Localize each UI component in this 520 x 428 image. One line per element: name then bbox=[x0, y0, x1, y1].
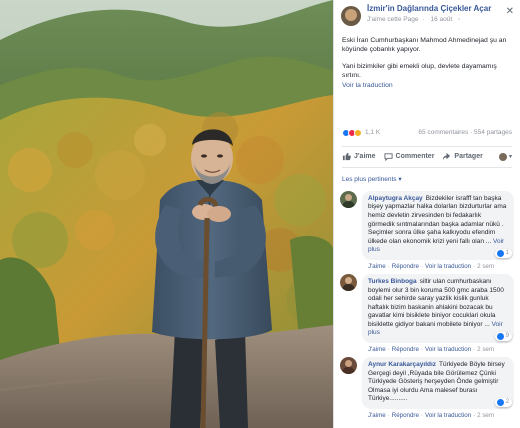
globe-icon: ◦ bbox=[457, 16, 461, 24]
comment-bubble: Aynur Karakarçayıldız Türkiyede Böyle bir… bbox=[362, 356, 514, 409]
comment-text: Bizdekiler israfff tan başka bişey yapma… bbox=[368, 194, 507, 245]
comment-bubble: Turkes Binboga siltir ulan cumhurbaskanı … bbox=[362, 273, 514, 343]
comment-dot: · bbox=[473, 345, 476, 353]
commenter-avatar[interactable] bbox=[340, 190, 357, 208]
options-icon[interactable]: ✕ bbox=[504, 6, 514, 30]
like-button-label: J'aime bbox=[354, 153, 376, 161]
reaction-count[interactable]: 1,1 K bbox=[365, 129, 380, 136]
comment-translate-link[interactable]: Voir la traduction bbox=[425, 346, 471, 353]
comment-actions: J'aime · Répondre · Voir la traduction · 2 sem bbox=[362, 409, 514, 419]
commenter-name-link[interactable]: Turkes Binboga bbox=[368, 278, 417, 285]
comment-item: Aynur Karakarçayıldız Türkiyede Böyle bir… bbox=[334, 356, 520, 419]
like-page-link[interactable]: J'aime cette Page bbox=[367, 16, 418, 23]
comment-dot: · bbox=[473, 262, 476, 270]
post-text: Eski İran Cumhurbaşkanı Mahmod Ahmedinej… bbox=[334, 30, 520, 90]
photo-illustration bbox=[0, 0, 333, 428]
avatar-image bbox=[342, 193, 355, 208]
post-text-paragraph-2-content: Yani bizimkiler gibi emekli olup, devlet… bbox=[342, 62, 497, 80]
share-icon bbox=[443, 153, 451, 161]
thumb-up-icon bbox=[342, 153, 351, 161]
commenter-name-link[interactable]: Aynur Karakarçayıldız bbox=[368, 361, 436, 368]
post-photo[interactable] bbox=[0, 0, 333, 428]
post-meta: J'aime cette Page · 16 août ◦ bbox=[367, 16, 504, 23]
post-text-paragraph-2: Yani bizimkiler gibi emekli olup, devlet… bbox=[342, 62, 512, 90]
comment-dot: · bbox=[387, 411, 390, 419]
comment-dot: · bbox=[473, 411, 476, 419]
comments-shares-count[interactable]: 65 commentaires · 554 partages bbox=[418, 129, 512, 136]
commenter-avatar[interactable] bbox=[340, 356, 357, 374]
wow-reaction-icon bbox=[354, 128, 362, 137]
user-avatar-icon bbox=[498, 152, 507, 161]
comment-dot: · bbox=[387, 345, 390, 353]
comment-item: Turkes Binboga siltir ulan cumhurbaskanı … bbox=[334, 273, 520, 353]
comment-sort-dropdown[interactable]: Les plus pertinents ▾ bbox=[334, 168, 520, 187]
post-text-paragraph-1: Eski İran Cumhurbaşkanı Mahmod Ahmedinej… bbox=[342, 37, 507, 54]
comment-dot: · bbox=[420, 411, 423, 419]
avatar-image bbox=[342, 359, 355, 374]
commenter-avatar[interactable] bbox=[340, 273, 357, 291]
comment-reaction-count: 1 bbox=[505, 250, 509, 257]
comment-dot: · bbox=[387, 262, 390, 270]
comment-bubble: Alpaytugra Akçay Bizdekiler israfff tan b… bbox=[362, 190, 514, 260]
comment-button-label: Commenter bbox=[395, 153, 435, 161]
post-dot: · bbox=[422, 16, 425, 24]
post-action-bar: J'aime Commenter Partager ▾ bbox=[342, 145, 512, 168]
avatar-image bbox=[342, 276, 355, 291]
like-button[interactable]: J'aime bbox=[342, 152, 376, 161]
share-button-label: Partager bbox=[454, 153, 483, 161]
like-reaction-icon bbox=[496, 249, 504, 257]
comment-dot: · bbox=[420, 345, 423, 353]
reaction-as-selector[interactable]: ▾ bbox=[498, 152, 512, 161]
comment-translate-link[interactable]: Voir la traduction bbox=[425, 263, 471, 270]
comment-reply-link[interactable]: Répondre bbox=[392, 263, 419, 270]
comment-like-link[interactable]: J'aime bbox=[368, 263, 386, 270]
share-button[interactable]: Partager bbox=[442, 152, 483, 161]
comment-reaction-badge[interactable]: 1 bbox=[494, 248, 512, 258]
comment-item: Alpaytugra Akçay Bizdekiler israfff tan b… bbox=[334, 190, 520, 270]
post-panel: İzmir'in Dağlarında Çiçekler Açar J'aime… bbox=[333, 0, 520, 428]
chevron-down-icon: ▾ bbox=[508, 154, 512, 161]
reaction-summary[interactable]: 1,1 K 65 commentaires · 554 partages bbox=[334, 126, 520, 140]
comment-time[interactable]: 2 sem bbox=[477, 412, 494, 419]
page-name-link[interactable]: İzmir'in Dağlarında Çiçekler Açar bbox=[367, 4, 504, 13]
page-avatar[interactable] bbox=[341, 6, 361, 26]
comment-dot: · bbox=[420, 262, 423, 270]
like-reaction-icon bbox=[496, 398, 504, 406]
comment-time[interactable]: 2 sem bbox=[477, 263, 494, 270]
comment-reply-link[interactable]: Répondre bbox=[392, 412, 419, 419]
comment-text: siltir ulan cumhurbaskanı boylemi olur 3… bbox=[368, 277, 504, 328]
post-date[interactable]: 16 août bbox=[430, 16, 452, 23]
comment-reaction-count: 2 bbox=[505, 399, 509, 406]
comment-icon bbox=[383, 153, 393, 162]
comment-time[interactable]: 2 sem bbox=[477, 346, 494, 353]
comment-translate-link[interactable]: Voir la traduction bbox=[425, 412, 471, 419]
comment-button[interactable]: Commenter bbox=[383, 152, 435, 162]
comment-like-link[interactable]: J'aime bbox=[368, 346, 386, 353]
like-reaction-icon bbox=[496, 332, 504, 340]
comment-actions: J'aime · Répondre · Voir la traduction · 2 sem bbox=[362, 260, 514, 270]
post-header: İzmir'in Dağlarında Çiçekler Açar J'aime… bbox=[334, 0, 520, 30]
commenter-name-link[interactable]: Alpaytugra Akçay bbox=[368, 195, 423, 202]
comment-reaction-count: 9 bbox=[505, 333, 509, 340]
comment-actions: J'aime · Répondre · Voir la traduction · 2 sem bbox=[362, 343, 514, 353]
comment-reply-link[interactable]: Répondre bbox=[392, 346, 419, 353]
see-translation-link[interactable]: Voir la traduction bbox=[342, 82, 393, 89]
comment-like-link[interactable]: J'aime bbox=[368, 412, 386, 419]
comment-reaction-badge[interactable]: 2 bbox=[494, 397, 512, 407]
comment-reaction-badge[interactable]: 9 bbox=[494, 331, 512, 341]
